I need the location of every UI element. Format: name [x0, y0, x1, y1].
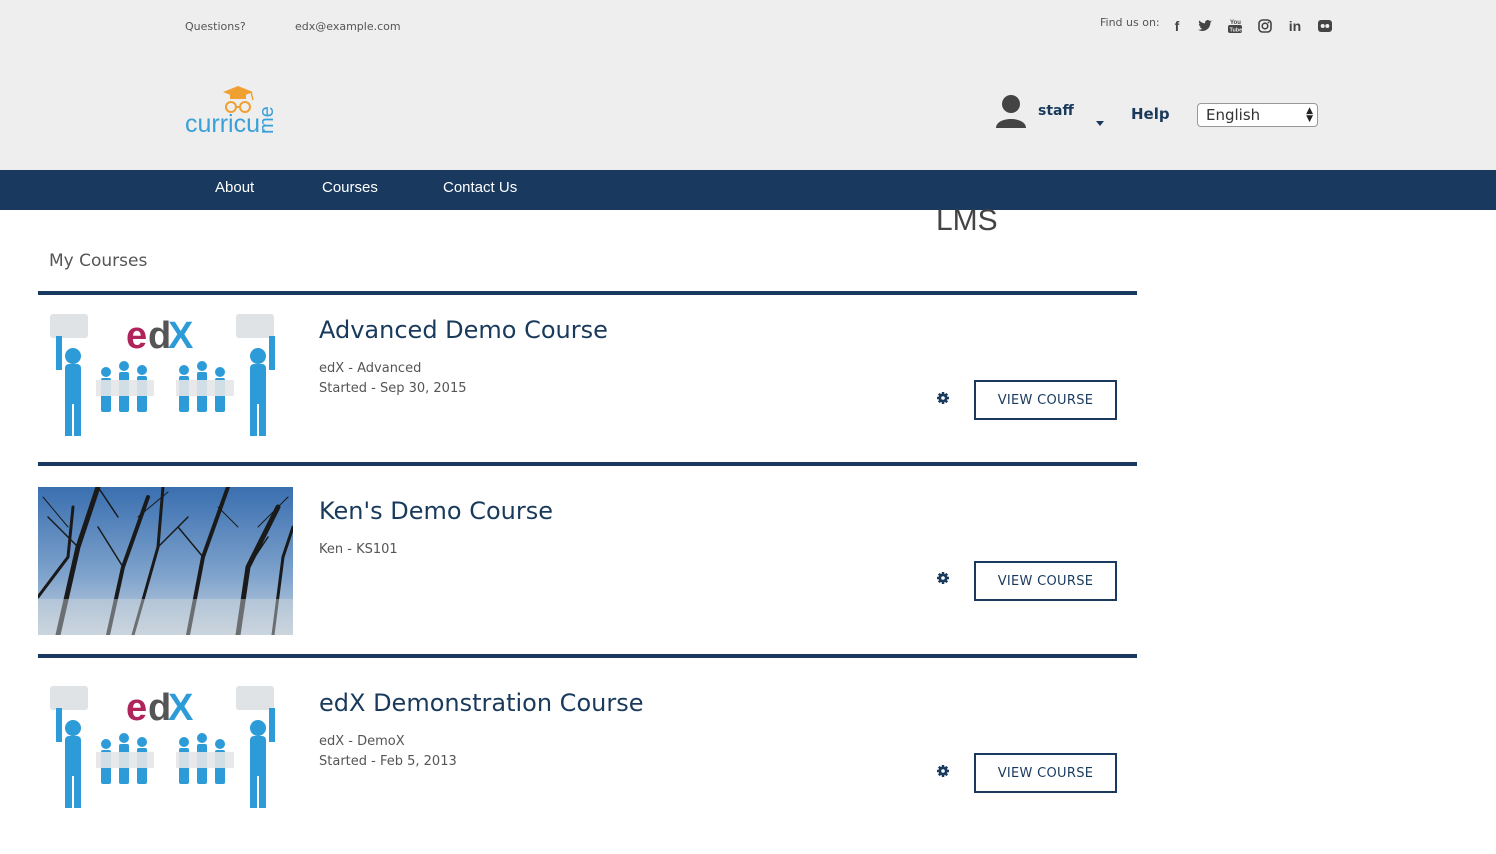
main-navigation: About Courses Contact Us [0, 170, 1496, 210]
svg-text:e: e [126, 687, 147, 729]
edx-puzzle-illustration: e d X [38, 308, 293, 440]
course-thumbnail[interactable]: e d X [38, 308, 293, 440]
course-org-code: edX - DemoX [319, 734, 405, 749]
view-course-button[interactable]: VIEW COURSE [974, 380, 1117, 420]
select-arrows-icon: ▲ ▼ [1306, 106, 1313, 124]
nav-item-courses[interactable]: Courses [322, 179, 378, 196]
curricume-logo[interactable]: curricu. me [183, 82, 293, 138]
svg-text:Tube: Tube [1230, 28, 1243, 34]
flickr-icon[interactable] [1316, 17, 1334, 35]
user-avatar-icon[interactable] [995, 94, 1027, 134]
questions-label: Questions? [185, 20, 246, 33]
help-link[interactable]: Help [1131, 105, 1170, 123]
find-us-label: Find us on: [1100, 16, 1160, 29]
top-header: Questions? edx@example.com Find us on: f… [0, 0, 1496, 170]
course-thumbnail[interactable] [38, 487, 293, 635]
svg-text:me: me [256, 106, 278, 134]
trees-sky-photo [38, 487, 293, 635]
course-title-link[interactable]: Advanced Demo Course [319, 316, 608, 344]
course-thumbnail[interactable]: e d X [38, 680, 293, 812]
svg-text:e: e [126, 315, 147, 357]
gear-icon[interactable] [936, 763, 950, 777]
lms-label: LMS [936, 204, 998, 237]
course-org-code: Ken - KS101 [319, 542, 398, 557]
linkedin-icon[interactable]: in [1286, 17, 1304, 35]
twitter-icon[interactable] [1196, 17, 1214, 35]
course-title-link[interactable]: edX Demonstration Course [319, 689, 643, 717]
contact-email-link[interactable]: edx@example.com [295, 20, 401, 33]
chevron-down-icon[interactable] [1095, 112, 1105, 131]
gear-icon[interactable] [936, 570, 950, 584]
youtube-icon[interactable]: You Tube [1226, 17, 1244, 35]
language-selected-value: English [1206, 106, 1261, 124]
course-divider [38, 654, 1137, 658]
gear-icon[interactable] [936, 390, 950, 404]
nav-item-about[interactable]: About [215, 179, 254, 196]
course-org-code: edX - Advanced [319, 361, 422, 376]
course-divider [38, 291, 1137, 295]
instagram-icon[interactable] [1256, 17, 1274, 35]
svg-text:X: X [168, 315, 194, 357]
course-divider [38, 462, 1137, 466]
svg-text:curricu.: curricu. [185, 110, 267, 138]
edx-puzzle-illustration: e d X [38, 680, 293, 812]
nav-item-contact-us[interactable]: Contact Us [443, 179, 517, 196]
view-course-button[interactable]: VIEW COURSE [974, 561, 1117, 601]
language-select[interactable]: English ▲ ▼ [1197, 103, 1318, 127]
course-title-link[interactable]: Ken's Demo Course [319, 497, 553, 525]
my-courses-heading: My Courses [49, 251, 148, 271]
course-start-date: Started - Feb 5, 2013 [319, 754, 457, 769]
facebook-icon[interactable]: f [1168, 17, 1186, 35]
course-start-date: Started - Sep 30, 2015 [319, 381, 467, 396]
username-label[interactable]: staff [1038, 103, 1074, 119]
view-course-button[interactable]: VIEW COURSE [974, 753, 1117, 793]
svg-text:X: X [168, 687, 194, 729]
